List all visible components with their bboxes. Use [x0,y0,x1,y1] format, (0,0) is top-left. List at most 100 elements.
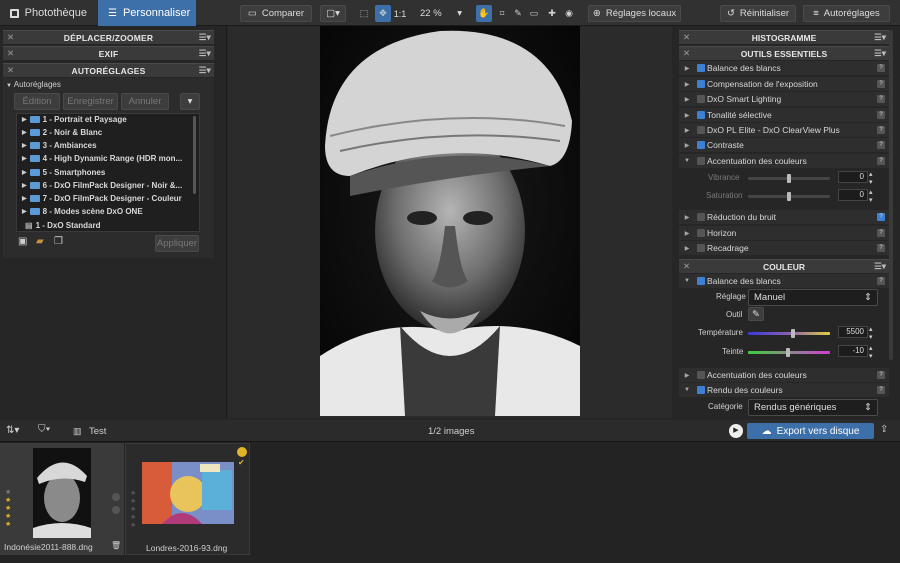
histogram-header[interactable]: ✕ HISTOGRAMME ☰▾ [679,30,889,44]
rating-stars[interactable]: ★ ★ ★ ★ ★ [130,490,136,530]
tool-row[interactable]: ▶ Compensation de l'exposition? [679,77,889,91]
move-icon[interactable]: ✥ [375,5,391,22]
scrollbar[interactable] [193,116,196,194]
tool-row[interactable]: ▶ Horizon? [679,226,889,240]
close-icon[interactable]: ✕ [683,32,690,43]
temperature-value[interactable]: 5500 [838,326,868,338]
project-name[interactable]: Test [89,426,106,437]
close-icon[interactable]: ✕ [7,65,14,76]
menu-icon[interactable]: ☰▾ [874,261,886,272]
one-to-one-button[interactable]: 1:1 [392,5,408,22]
filter-icon[interactable]: ⛉▾ [38,424,50,435]
tree-root[interactable]: ▼ Autoréglages [6,80,61,89]
list-item[interactable]: ▶ 6 - DxO FilmPack Designer - Noir &... [22,181,182,190]
vibrance-value[interactable]: 0 [838,171,868,183]
fit-screen-icon[interactable]: ⬚ [356,5,372,22]
compare-button[interactable]: ▭ Comparer [240,5,312,22]
sort-icon[interactable]: ⇅▾ [6,425,19,436]
crop-icon[interactable]: ⌗ [494,5,510,22]
preset-options-button[interactable]: ▾ [180,93,200,110]
tool-row[interactable]: ▼ Rendu des couleurs? [679,383,889,397]
view-mode-button[interactable]: ▢▾ [320,5,346,22]
tool-row[interactable]: ▶ Tonalité sélective? [679,108,889,122]
saturation-value[interactable]: 0 [838,189,868,201]
share-icon[interactable]: ⇪ [880,424,888,435]
tool-row[interactable]: ▼ Accentuation des couleurs? [679,154,889,168]
stepper-icon[interactable]: ▴ ▾ [869,325,873,341]
portrait-photo [320,26,580,416]
reset-icon: ↺ [726,8,735,19]
temperature-handle[interactable] [791,329,795,338]
eye-icon[interactable]: ◉ [561,5,577,22]
straighten-icon[interactable]: ▭ [526,5,542,22]
copy-icon[interactable]: ❐ [54,236,63,247]
cancel-button[interactable]: Annuler [121,93,169,110]
tool-row[interactable]: ▶ Balance des blancs? [679,61,889,75]
import-icon[interactable]: ▰ [36,236,44,247]
tool-row[interactable]: ▶ DxO Smart Lighting? [679,92,889,106]
tool-row[interactable]: ▶ Recadrage? [679,241,889,255]
edit-button[interactable]: Édition [14,93,60,110]
list-item[interactable]: ▶ 1 - Portrait et Paysage [22,115,127,124]
move-zoom-header[interactable]: ✕ DÉPLACER/ZOOMER ☰▾ [3,30,214,44]
thumbnail-item[interactable]: ★ ★ ★ ★ ★ Indonésie2011-888.dng 🗑 [0,443,124,555]
menu-icon[interactable]: ☰▾ [874,32,886,43]
list-item[interactable]: ▤ 1 - DxO Standard [22,221,100,230]
save-preset-button[interactable]: Enregistrer [63,93,118,110]
hand-icon[interactable]: ✋ [476,5,492,22]
temperature-slider[interactable] [748,332,830,335]
tool-row[interactable]: ▶ Contraste? [679,138,889,152]
close-icon[interactable]: ✕ [683,261,690,272]
essentials-header[interactable]: ✕ OUTILS ESSENTIELS ☰▾ [679,46,889,60]
stepper-icon[interactable]: ▴ ▾ [869,170,873,186]
tool-row[interactable]: ▶ Accentuation des couleurs? [679,368,889,382]
view-mode-icon: ▢▾ [326,8,340,19]
tool-row[interactable]: ▼ Balance des blancs? [679,274,889,288]
image-viewer[interactable] [228,26,672,418]
preset-select[interactable]: Manuel ⇕ [748,289,878,306]
menu-icon[interactable]: ☰▾ [199,65,211,76]
saturation-handle[interactable] [787,192,791,201]
menu-icon[interactable]: ☰▾ [199,48,211,59]
stepper-icon[interactable]: ▴ ▾ [869,188,873,204]
zoom-select[interactable]: 22 % ▾ [414,5,468,22]
eyedropper-icon[interactable]: ✎ [748,307,764,321]
export-button[interactable]: ☁ Export vers disque [747,423,874,439]
list-item[interactable]: ▶ 2 - Noir & Blanc [22,128,102,137]
scrollbar[interactable] [889,30,893,360]
category-select[interactable]: Rendus génériques ⇕ [748,399,878,416]
autosettings-header[interactable]: ✕ AUTORÉGLAGES ☰▾ [3,63,214,77]
new-preset-icon[interactable]: ▣ [18,236,27,247]
rating-stars[interactable]: ★ ★ ★ ★ ★ [5,489,11,529]
temperature-label: Température [698,328,743,337]
close-icon[interactable]: ✕ [683,48,690,59]
tint-value[interactable]: -10 [838,345,868,357]
menu-icon[interactable]: ☰▾ [874,48,886,59]
eyedropper-icon[interactable]: ✎ [510,5,526,22]
vibrance-handle[interactable] [787,174,791,183]
list-item[interactable]: ▶ 4 - High Dynamic Range (HDR mon... [22,154,182,163]
close-icon[interactable]: ✕ [7,32,14,43]
tool-row[interactable]: ▶ DxO PL Elite - DxO ClearView Plus? [679,123,889,137]
thumbnail-item[interactable]: ★ ★ ★ ★ ★ ✔ Londres-2016-93.dng [125,443,250,555]
trash-icon[interactable]: 🗑 [111,541,121,550]
list-item[interactable]: ▶ 7 - DxO FilmPack Designer - Couleur [22,194,182,203]
autosettings-button[interactable]: ≡ Autoréglages [803,5,890,22]
list-item[interactable]: ▶ 5 - Smartphones [22,168,105,177]
reset-button[interactable]: ↺ Réinitialiser [720,5,796,22]
tab-library[interactable]: Photothèque [0,0,97,26]
stepper-icon[interactable]: ▴ ▾ [869,344,873,360]
repair-icon[interactable]: ✚ [544,5,560,22]
local-adjustments-button[interactable]: ⊕ Réglages locaux [588,5,681,22]
tint-handle[interactable] [786,348,790,357]
apply-button[interactable]: Appliquer [155,235,199,252]
tool-row[interactable]: ▶ Réduction du bruit? [679,210,889,224]
color-header[interactable]: ✕ COULEUR ☰▾ [679,259,889,273]
list-item[interactable]: ▶ 8 - Modes scène DxO ONE [22,207,143,216]
menu-icon[interactable]: ☰▾ [199,32,211,43]
process-icon[interactable]: ▶ [729,424,743,438]
list-item[interactable]: ▶ 3 - Ambiances [22,141,97,150]
close-icon[interactable]: ✕ [7,48,14,59]
exif-header[interactable]: ✕ EXIF ☰▾ [3,46,214,60]
tab-customize[interactable]: ☰ Personnaliser [98,0,196,26]
